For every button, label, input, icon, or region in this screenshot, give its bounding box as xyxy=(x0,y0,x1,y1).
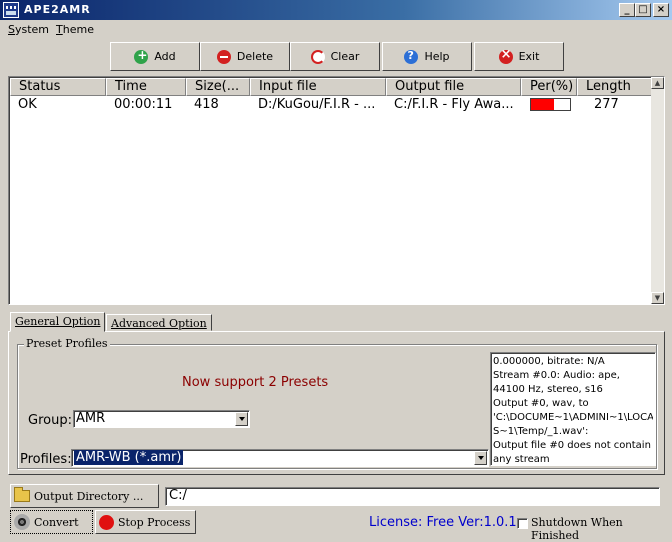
help-label: Help xyxy=(424,50,450,63)
row-length: 277 xyxy=(594,97,619,112)
clear-icon xyxy=(310,49,325,64)
shutdown-label[interactable]: Shutdown When Finished xyxy=(531,516,672,542)
tab-general-option[interactable]: General Option xyxy=(10,312,106,332)
profiles-label: Profiles: xyxy=(20,452,72,467)
row-time: 00:00:11 xyxy=(114,97,173,112)
menu-theme[interactable]: Theme xyxy=(56,23,94,36)
group-select-value: AMR xyxy=(76,411,106,426)
scroll-up-icon[interactable]: ▲ xyxy=(651,77,664,89)
col-status[interactable]: Status xyxy=(10,78,106,96)
shutdown-checkbox[interactable] xyxy=(517,518,528,529)
add-label: Add xyxy=(154,50,176,63)
add-icon xyxy=(134,48,149,64)
col-output-file[interactable]: Output file xyxy=(386,78,521,96)
log-line: Output #0, wav, to xyxy=(493,398,589,409)
row-output-file: C:/F.I.R - Fly Awa... xyxy=(394,97,514,112)
stop-process-button[interactable]: Stop Process xyxy=(95,510,196,534)
exit-button[interactable]: Exit xyxy=(474,42,564,71)
output-directory-field[interactable]: C:/ xyxy=(165,487,660,506)
menu-system-mnemonic: S xyxy=(8,23,15,36)
close-button[interactable]: × xyxy=(653,3,669,17)
delete-label: Delete xyxy=(236,50,274,63)
app-icon xyxy=(3,2,19,18)
preset-profiles-group: Preset Profiles Now support 2 Presets Gr… xyxy=(17,337,657,469)
row-status: OK xyxy=(18,97,37,112)
tab-advanced-option[interactable]: Advanced Option xyxy=(106,314,212,331)
log-line: 44100 Hz, stereo, s16 xyxy=(493,384,603,395)
profiles-select[interactable]: AMR-WB (*.amr) xyxy=(71,449,489,467)
output-directory-button[interactable]: Output Directory ... xyxy=(10,484,159,508)
stop-icon xyxy=(99,514,114,530)
clear-label: Clear xyxy=(330,50,360,63)
list-scrollbar[interactable]: ▲ ▼ xyxy=(651,77,664,304)
film-reel-icon xyxy=(14,514,30,530)
help-icon xyxy=(404,49,419,64)
menu-theme-mnemonic: T xyxy=(56,23,63,36)
support-text: Now support 2 Presets xyxy=(182,375,329,390)
log-line: Stream #0.0: Audio: ape, xyxy=(493,370,620,381)
col-length[interactable]: Length xyxy=(577,78,653,96)
title-bar: APE2AMR _ □ × xyxy=(0,0,672,20)
convert-button[interactable]: Convert xyxy=(10,510,93,534)
list-header: Status Time Size(... Input file Output f… xyxy=(10,78,653,96)
group-label: Group: xyxy=(28,413,72,428)
tab-general-label: General Option xyxy=(15,315,101,328)
menu-system[interactable]: System xyxy=(8,23,49,36)
tab-advanced-label: Advanced Option xyxy=(111,317,207,330)
folder-icon xyxy=(14,487,30,502)
help-button[interactable]: Help xyxy=(382,42,472,71)
delete-icon xyxy=(216,49,231,64)
row-progress-bar xyxy=(530,98,571,111)
col-time[interactable]: Time xyxy=(106,78,186,96)
menu-bar: System Theme xyxy=(0,21,672,39)
log-line: Output file #0 does not contain xyxy=(493,440,651,451)
log-line: S~1\Temp/_1.wav': xyxy=(493,426,589,437)
log-line: 'C:\DOCUME~1\ADMINI~1\LOCAL xyxy=(493,412,653,423)
row-size: 418 xyxy=(194,97,219,112)
window-title: APE2AMR xyxy=(24,3,91,16)
maximize-button[interactable]: □ xyxy=(635,3,651,17)
clear-button[interactable]: Clear xyxy=(290,42,380,71)
menu-system-rest: ystem xyxy=(14,23,50,36)
delete-button[interactable]: Delete xyxy=(200,42,290,71)
log-line: any stream xyxy=(493,454,550,465)
general-option-panel: Preset Profiles Now support 2 Presets Gr… xyxy=(8,331,665,475)
stop-process-label: Stop Process xyxy=(118,515,191,529)
minimize-button[interactable]: _ xyxy=(619,3,635,17)
exit-label: Exit xyxy=(518,50,540,63)
exit-icon xyxy=(498,47,513,64)
row-progress-fill xyxy=(531,99,555,110)
menu-theme-rest: heme xyxy=(62,23,94,36)
output-directory-label: Output Directory ... xyxy=(34,489,144,503)
col-input-file[interactable]: Input file xyxy=(250,78,386,96)
file-list[interactable]: Status Time Size(... Input file Output f… xyxy=(8,76,665,305)
col-size[interactable]: Size(... xyxy=(186,78,250,96)
preset-profiles-legend: Preset Profiles xyxy=(24,337,110,350)
scroll-down-icon[interactable]: ▼ xyxy=(651,292,664,304)
log-output[interactable]: 0.000000, bitrate: N/A Stream #0.0: Audi… xyxy=(490,352,656,466)
license-text: License: Free Ver:1.0.1 xyxy=(369,515,517,530)
row-input-file: D:/KuGou/F.I.R - ... xyxy=(258,97,376,112)
chevron-down-icon[interactable] xyxy=(474,451,487,465)
profiles-select-value: AMR-WB (*.amr) xyxy=(74,450,184,465)
add-button[interactable]: Add xyxy=(110,42,200,71)
col-percent[interactable]: Per(%) xyxy=(521,78,577,96)
log-line: 0.000000, bitrate: N/A xyxy=(493,356,605,367)
convert-label: Convert xyxy=(34,515,79,529)
group-select[interactable]: AMR xyxy=(73,410,250,428)
chevron-down-icon[interactable] xyxy=(235,412,248,426)
